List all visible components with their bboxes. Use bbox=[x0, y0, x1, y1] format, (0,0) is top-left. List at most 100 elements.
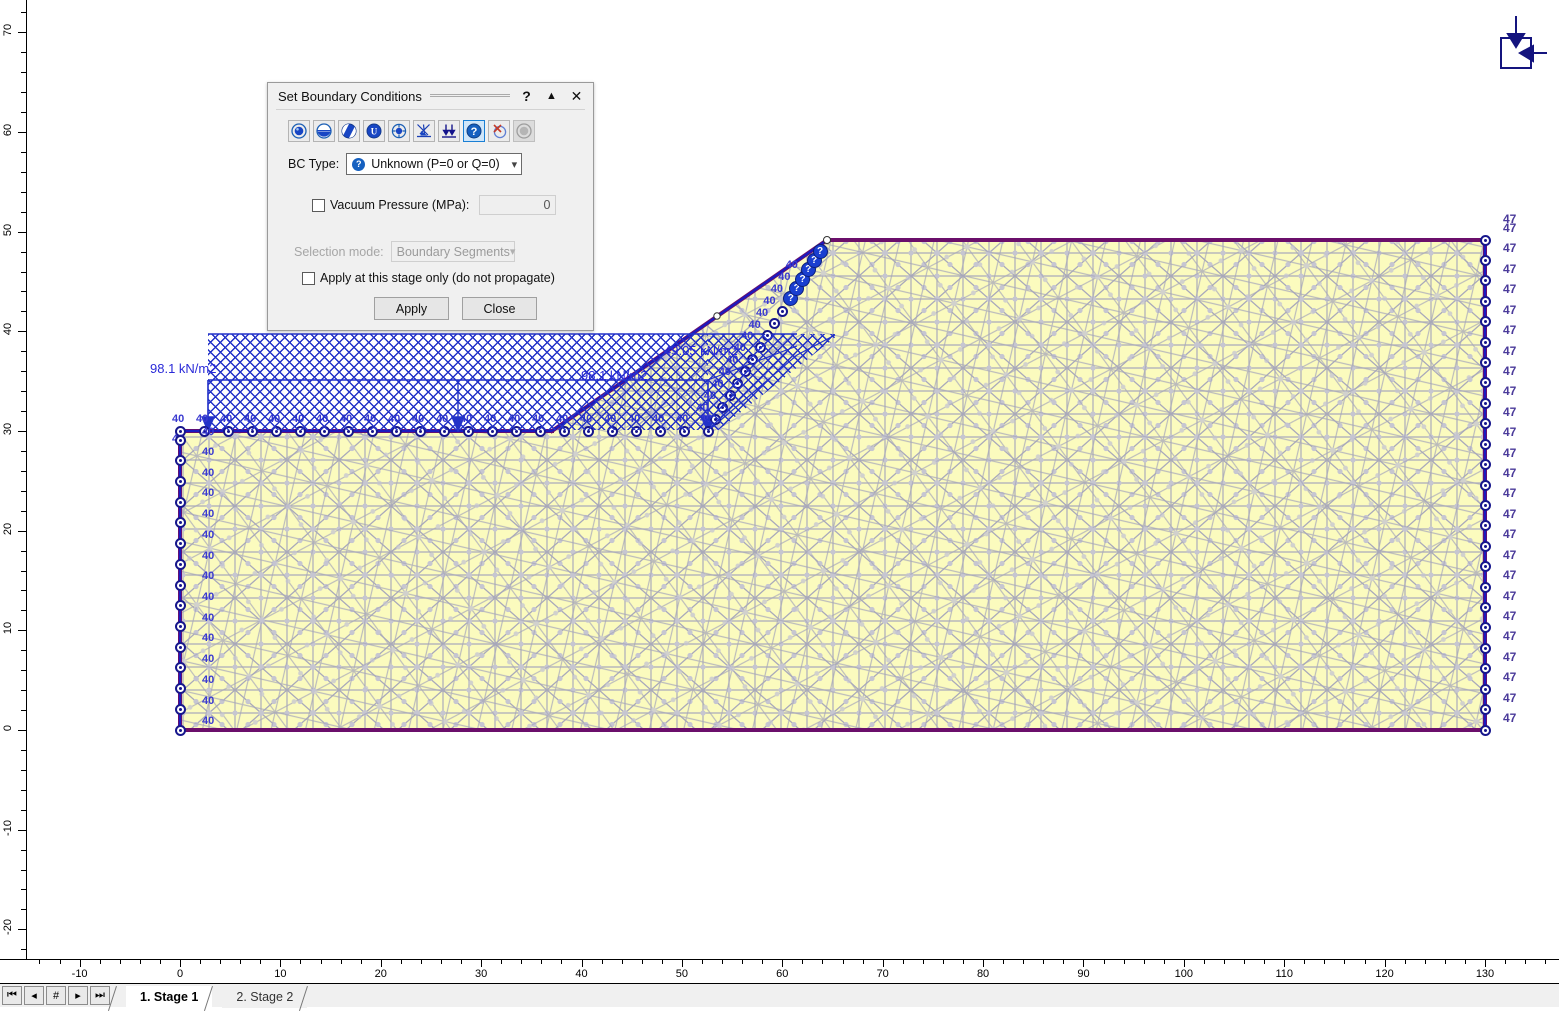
x-axis-tick bbox=[1385, 960, 1386, 967]
x-axis-tick bbox=[381, 960, 382, 967]
bc-type-select[interactable]: ? Unknown (P=0 or Q=0) ▾ bbox=[346, 153, 522, 175]
right-boundary-node[interactable] bbox=[1480, 582, 1491, 593]
bc-zero-pressure-icon[interactable] bbox=[313, 120, 335, 142]
left-boundary-node[interactable] bbox=[175, 600, 186, 611]
right-boundary-node[interactable] bbox=[1480, 541, 1491, 552]
y-axis-minor-tick bbox=[21, 670, 26, 671]
vacuum-pressure-checkbox[interactable] bbox=[312, 199, 325, 212]
left-boundary-node[interactable] bbox=[175, 704, 186, 715]
close-icon[interactable]: ✕ bbox=[568, 87, 585, 105]
stage-tab-2[interactable]: 2. Stage 2 bbox=[222, 986, 307, 1008]
y-axis-tick-label: 30 bbox=[2, 417, 14, 441]
right-boundary-node[interactable] bbox=[1480, 316, 1491, 327]
apply-stage-only-checkbox[interactable] bbox=[302, 272, 315, 285]
left-boundary-node[interactable] bbox=[175, 580, 186, 591]
x-axis-minor-tick bbox=[521, 960, 522, 964]
bc-flux-icon[interactable] bbox=[438, 120, 460, 142]
left-boundary-node[interactable] bbox=[175, 642, 186, 653]
first-stage-button[interactable]: ⏮ bbox=[2, 986, 22, 1005]
left-bc-value-label: 40 bbox=[202, 653, 214, 665]
left-bc-value-label: 40 bbox=[202, 508, 214, 520]
right-boundary-node[interactable] bbox=[1480, 684, 1491, 695]
dialog-actions: Apply Close bbox=[278, 297, 583, 320]
bc-type-toolbar[interactable]: U ? bbox=[278, 118, 583, 142]
right-boundary-node[interactable] bbox=[1480, 296, 1491, 307]
bc-nodal-flow-icon[interactable] bbox=[388, 120, 410, 142]
unknown-bc-node-marker[interactable]: ? bbox=[813, 244, 828, 259]
left-boundary-node[interactable] bbox=[175, 662, 186, 673]
right-boundary-node[interactable] bbox=[1480, 561, 1491, 572]
right-boundary-node[interactable] bbox=[1480, 643, 1491, 654]
y-axis-minor-tick bbox=[21, 351, 26, 352]
vacuum-pressure-input[interactable]: 0 bbox=[479, 195, 556, 215]
bc-infiltration-icon[interactable] bbox=[413, 120, 435, 142]
bc-free-icon[interactable] bbox=[288, 120, 310, 142]
right-boundary-node[interactable] bbox=[1480, 663, 1491, 674]
x-axis-tick-label: 90 bbox=[1071, 968, 1095, 980]
left-boundary-node[interactable] bbox=[175, 497, 186, 508]
collapse-button[interactable]: ▲ bbox=[543, 87, 560, 105]
right-boundary-node[interactable] bbox=[1480, 500, 1491, 511]
left-boundary-node[interactable] bbox=[175, 517, 186, 528]
left-boundary-node[interactable] bbox=[175, 455, 186, 466]
right-boundary-node[interactable] bbox=[1480, 602, 1491, 613]
left-boundary-node[interactable] bbox=[175, 538, 186, 549]
right-boundary-node[interactable] bbox=[1480, 357, 1491, 368]
right-boundary-node[interactable] bbox=[1480, 255, 1491, 266]
right-boundary-node[interactable] bbox=[1480, 520, 1491, 531]
left-boundary-node[interactable] bbox=[175, 621, 186, 632]
left-boundary-node[interactable] bbox=[175, 435, 186, 446]
left-boundary-node[interactable] bbox=[175, 683, 186, 694]
left-bc-value-label: 40 bbox=[202, 695, 214, 707]
previous-stage-button[interactable]: ◂ bbox=[24, 986, 44, 1005]
x-axis-minor-tick bbox=[1104, 960, 1105, 964]
bc-remove-icon[interactable] bbox=[488, 120, 510, 142]
y-axis-minor-tick bbox=[21, 311, 26, 312]
right-boundary-node[interactable] bbox=[1480, 337, 1491, 348]
vacuum-pressure-row: Vacuum Pressure (MPa): 0 bbox=[278, 195, 583, 215]
x-axis-minor-tick bbox=[341, 960, 342, 964]
stage-number-button[interactable]: # bbox=[46, 986, 66, 1005]
y-axis-tick bbox=[18, 331, 26, 332]
last-stage-button[interactable]: ⏭ bbox=[90, 986, 110, 1005]
bc-total-head-icon[interactable] bbox=[338, 120, 360, 142]
dialog-title-bar[interactable]: Set Boundary Conditions ? ▲ ✕ bbox=[268, 83, 593, 109]
right-boundary-node[interactable] bbox=[1480, 377, 1491, 388]
right-boundary-node[interactable] bbox=[1480, 704, 1491, 715]
stage-tab-1[interactable]: 1. Stage 1 bbox=[126, 986, 212, 1008]
set-boundary-conditions-dialog[interactable]: Set Boundary Conditions ? ▲ ✕ U bbox=[267, 82, 594, 331]
right-boundary-node[interactable] bbox=[1480, 622, 1491, 633]
y-axis-minor-tick bbox=[21, 411, 26, 412]
right-boundary-node[interactable] bbox=[1480, 235, 1491, 246]
model-canvas[interactable]: 4040404040404040404040404040404040404040… bbox=[27, 0, 1559, 960]
slope-boundary-node[interactable] bbox=[777, 306, 788, 317]
right-boundary-node[interactable] bbox=[1480, 439, 1491, 450]
right-boundary-node[interactable] bbox=[1480, 725, 1491, 736]
close-button[interactable]: Close bbox=[462, 297, 537, 320]
svg-text:U: U bbox=[371, 127, 378, 137]
left-boundary-node[interactable] bbox=[175, 559, 186, 570]
left-boundary-node[interactable] bbox=[175, 476, 186, 487]
x-axis-tick bbox=[983, 960, 984, 967]
y-axis-minor-tick bbox=[21, 690, 26, 691]
right-boundary-node[interactable] bbox=[1480, 398, 1491, 409]
bc-pressure-head-icon[interactable]: U bbox=[363, 120, 385, 142]
next-stage-button[interactable]: ▸ bbox=[68, 986, 88, 1005]
right-boundary-node[interactable] bbox=[1480, 275, 1491, 286]
bc-unknown-icon[interactable]: ? bbox=[463, 120, 485, 142]
bc-type-value: Unknown (P=0 or Q=0) bbox=[371, 157, 505, 171]
y-axis-tick-label: 0 bbox=[2, 716, 14, 740]
right-boundary-node[interactable] bbox=[1480, 418, 1491, 429]
x-axis-minor-tick bbox=[642, 960, 643, 964]
apply-button[interactable]: Apply bbox=[374, 297, 449, 320]
chevron-down-icon[interactable]: ▾ bbox=[512, 158, 518, 171]
right-boundary-node[interactable] bbox=[1480, 480, 1491, 491]
y-axis-minor-tick bbox=[21, 511, 26, 512]
help-button[interactable]: ? bbox=[518, 87, 535, 105]
right-boundary-node[interactable] bbox=[1480, 459, 1491, 470]
slope-bc-value-label: 40 bbox=[771, 283, 783, 295]
x-axis-minor-tick bbox=[200, 960, 201, 964]
y-axis-minor-tick bbox=[21, 590, 26, 591]
left-boundary-node[interactable] bbox=[175, 725, 186, 736]
y-axis-minor-tick bbox=[21, 810, 26, 811]
